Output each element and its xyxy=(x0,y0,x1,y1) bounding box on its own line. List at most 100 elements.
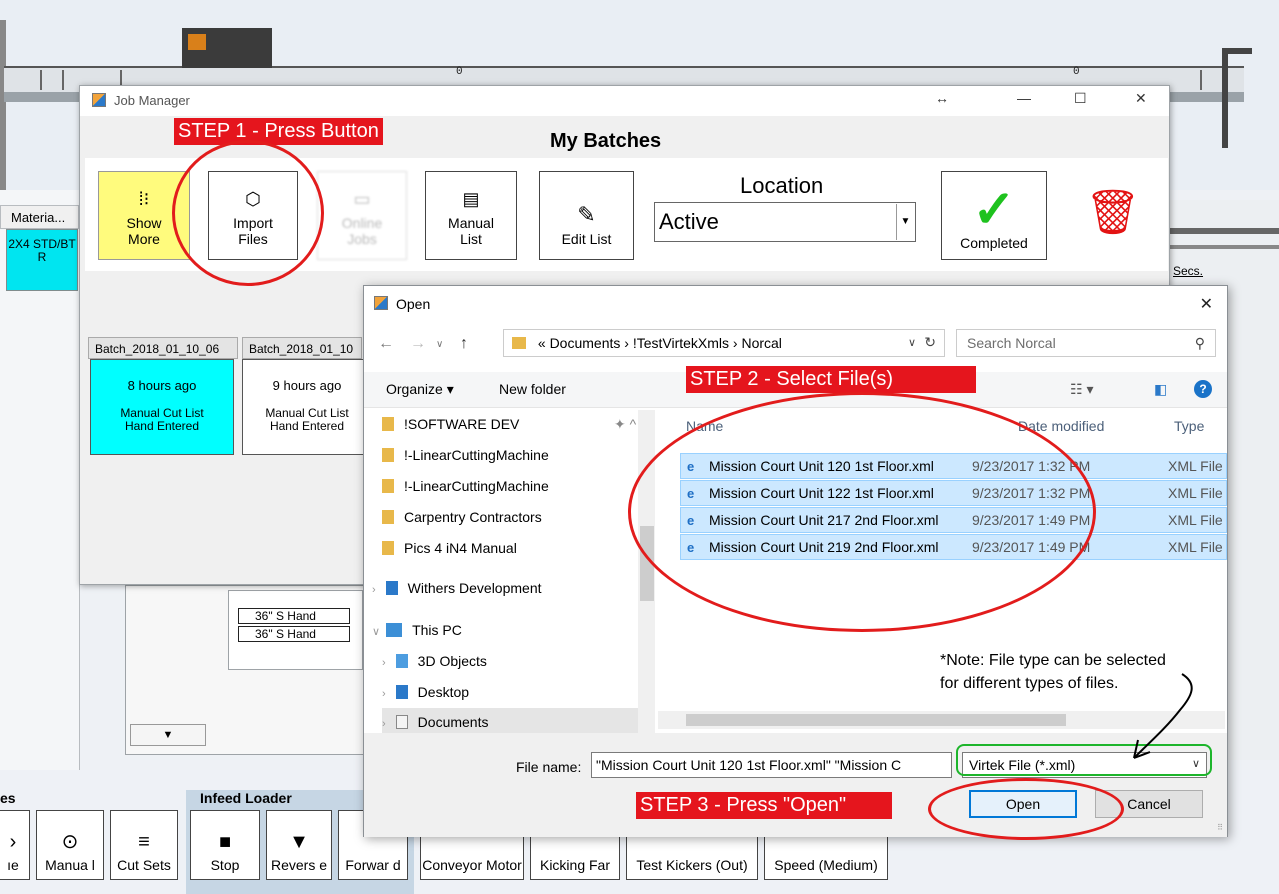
search-input[interactable]: Search Norcal ⚲ xyxy=(956,329,1216,357)
batch-desc-line2: Hand Entered xyxy=(269,419,345,433)
file-name-label: File name: xyxy=(516,759,582,775)
location-label: Location xyxy=(740,173,824,198)
step1-highlight xyxy=(172,140,324,286)
manual-button[interactable]: ⊙ Manua l xyxy=(36,810,104,880)
rail-marker xyxy=(1200,70,1202,90)
tree-item-label: !-LinearCuttingMachine xyxy=(404,478,549,494)
folder-icon xyxy=(512,337,526,349)
tree-item-label: This PC xyxy=(412,622,462,638)
tree-item[interactable]: ∨ This PC xyxy=(372,616,642,646)
online-jobs-button[interactable]: ▭ Online Jobs xyxy=(317,171,407,260)
rail-marker xyxy=(40,70,42,90)
divider xyxy=(1170,245,1279,249)
saw-head xyxy=(182,28,272,68)
search-placeholder: Search Norcal xyxy=(967,335,1056,351)
tree-item-label: !-LinearCuttingMachine xyxy=(404,447,549,463)
toolbar-button-label: ıe xyxy=(7,857,19,873)
cut-sets-button[interactable]: ≡ Cut Sets xyxy=(110,810,178,880)
file-name-input[interactable]: "Mission Court Unit 120 1st Floor.xml" "… xyxy=(591,752,952,778)
forward-arrow-icon[interactable]: → xyxy=(410,335,426,353)
folder-icon: ▭ xyxy=(353,189,371,209)
batch-desc-line2: Hand Entered xyxy=(124,419,200,433)
completed-button[interactable]: ✓ Completed xyxy=(941,171,1047,260)
tree-item[interactable]: !-LinearCuttingMachine xyxy=(382,472,652,502)
material-column-header: Materia... xyxy=(0,205,79,229)
tree-item[interactable]: Pics 4 iN4 Manual xyxy=(382,534,652,564)
pencil-icon: ✎ xyxy=(577,202,596,227)
secs-label: Secs. xyxy=(1173,264,1204,278)
maximize-button[interactable]: ☐ xyxy=(1074,90,1087,107)
manual-list-label: Manual List xyxy=(448,215,494,247)
column-header-type[interactable]: Type xyxy=(1174,418,1204,434)
machine-rail-left xyxy=(0,20,6,190)
dropdown-arrow-icon[interactable]: ▼ xyxy=(896,204,914,240)
tree-item-label: !SOFTWARE DEV xyxy=(404,416,520,432)
preview-pane-icon[interactable]: ◧ xyxy=(1154,381,1167,398)
tree-item[interactable]: Carpentry Contractors xyxy=(382,503,652,533)
chevron-icon: › xyxy=(9,831,17,853)
hand-row[interactable]: 36" S Hand xyxy=(238,626,350,642)
tree-item-label: Carpentry Contractors xyxy=(404,509,542,525)
view-options-icon[interactable]: ☷ ▾ xyxy=(1070,381,1093,398)
help-icon[interactable]: ? xyxy=(1194,380,1212,398)
close-button[interactable]: ✕ xyxy=(1135,90,1147,107)
batch-age: 8 hours ago xyxy=(127,378,197,393)
up-arrow-icon[interactable]: ↑ xyxy=(460,335,468,353)
address-bar[interactable]: « Documents › !TestVirtekXmls › Norcal ∨… xyxy=(503,329,945,357)
tree-item[interactable]: !SOFTWARE DEV ✦ ^ xyxy=(382,410,652,440)
new-folder-button[interactable]: New folder xyxy=(499,381,566,397)
toolbar-button-label: Forwar d xyxy=(345,857,401,873)
checkmark-icon: ✓ xyxy=(972,181,1016,239)
trash-icon[interactable]: 🗑 xyxy=(1085,186,1141,238)
toolbar-button[interactable]: › ıe xyxy=(0,810,30,880)
app-icon xyxy=(92,93,106,107)
step3-banner: STEP 3 - Press "Open" xyxy=(636,792,892,819)
page-title: My Batches xyxy=(550,130,662,152)
arrow-down-icon: ▼ xyxy=(289,831,309,853)
pin-icon[interactable]: ✦ ^ xyxy=(614,416,636,433)
tree-item[interactable]: › Withers Development xyxy=(372,574,642,604)
hand-row[interactable]: 36" S Hand xyxy=(238,608,350,624)
location-select[interactable]: Active ▼ xyxy=(654,202,916,242)
organize-menu[interactable]: Organize ▾ xyxy=(386,381,454,398)
batch-card[interactable]: 9 hours ago Manual Cut List Hand Entered xyxy=(242,359,372,455)
tree-item-label: Withers Development xyxy=(407,580,542,596)
minimize-button[interactable]: — xyxy=(1017,90,1031,106)
resize-icon[interactable]: ↔ xyxy=(935,90,949,106)
step2-highlight xyxy=(628,392,1096,632)
tree-item-label: Pics 4 iN4 Manual xyxy=(404,540,517,556)
list-icon: ≡ xyxy=(138,831,150,853)
toolbar-button-label: Kicking Far xyxy=(539,857,611,873)
stop-button[interactable]: ■ Stop xyxy=(190,810,260,880)
tree-item[interactable]: › 3D Objects xyxy=(382,647,652,677)
manual-list-button[interactable]: ▤ Manual List xyxy=(425,171,517,260)
recent-chevron-icon[interactable]: ∨ xyxy=(436,339,443,350)
tree-item[interactable]: !-LinearCuttingMachine xyxy=(382,441,652,471)
completed-label: Completed xyxy=(960,235,1028,251)
batch-header: Batch_2018_01_10_06 xyxy=(88,337,238,359)
edit-list-button[interactable]: ✎ Edit List xyxy=(539,171,634,260)
tree-item[interactable]: › Desktop xyxy=(382,678,652,708)
refresh-icon[interactable]: ↻ xyxy=(924,334,936,351)
title-bar: Job Manager ↔ — ☐ ✕ xyxy=(80,86,1169,116)
material-cell[interactable]: 2X4 STD/BT R xyxy=(6,229,78,291)
play-icon: ⊙ xyxy=(61,831,79,853)
resize-grip-icon[interactable]: ⠿ xyxy=(1217,823,1223,832)
close-icon[interactable]: ✕ xyxy=(1200,294,1213,314)
batch-card[interactable]: 8 hours ago Manual Cut List Hand Entered xyxy=(90,359,234,455)
toolbar-button-label: Revers e xyxy=(270,857,328,873)
tree-item-label: Documents xyxy=(417,714,489,730)
horizontal-scrollbar-thumb[interactable] xyxy=(686,714,1066,726)
layout-icon: ⁞⁝ xyxy=(138,189,150,209)
back-arrow-icon[interactable]: ← xyxy=(378,335,394,353)
scroll-down-button[interactable]: ▼ xyxy=(130,724,206,746)
toolbar-button-label: Stop xyxy=(210,857,240,873)
step3-highlight xyxy=(928,778,1124,840)
chevron-down-icon[interactable]: ∨ xyxy=(908,336,916,349)
reverse-button[interactable]: ▼ Revers e xyxy=(266,810,332,880)
batch-age: 9 hours ago xyxy=(272,378,342,393)
toolbar-button-label: Speed (Medium) xyxy=(774,857,878,873)
batch-header: Batch_2018_01_10 xyxy=(242,337,362,359)
step1-banner: STEP 1 - Press Button xyxy=(174,118,383,145)
online-jobs-label: Online Jobs xyxy=(341,215,383,247)
